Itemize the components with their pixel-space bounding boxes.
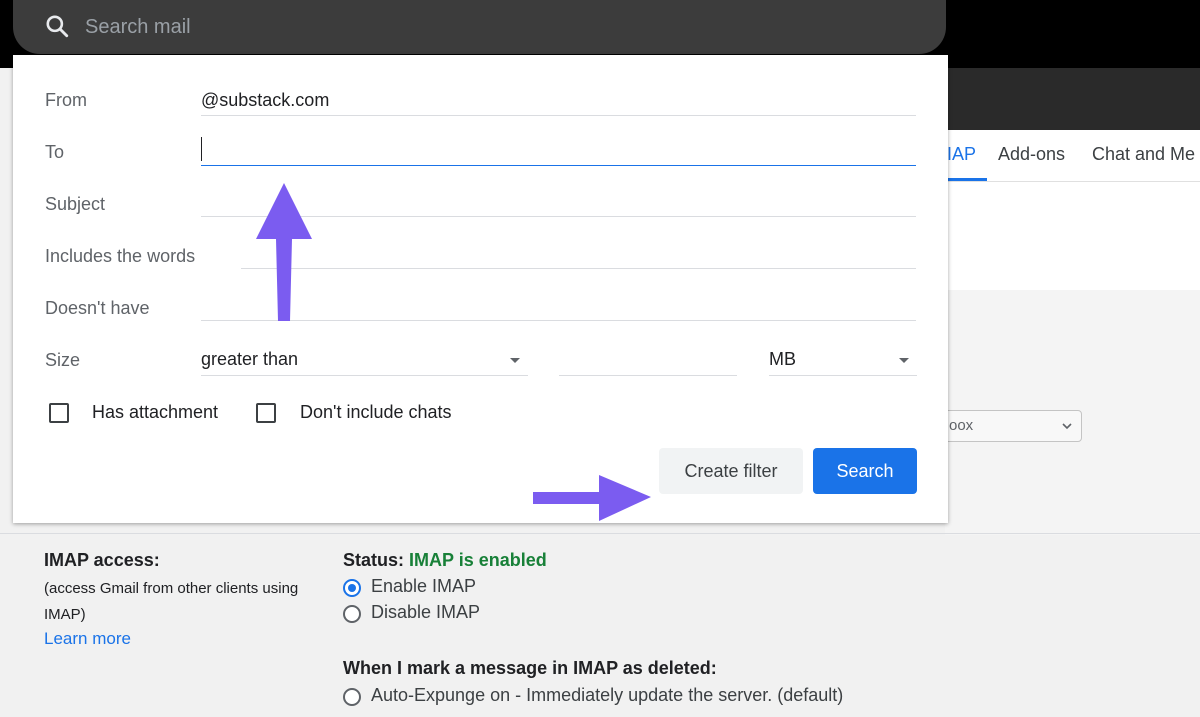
to-input[interactable] (201, 135, 916, 165)
size-unit-select[interactable]: MB (769, 345, 917, 376)
text-cursor (201, 137, 202, 161)
dont-include-chats-checkbox[interactable] (256, 403, 276, 423)
dropdown-triangle-icon (510, 358, 520, 363)
enable-imap-label: Enable IMAP (371, 576, 477, 596)
tabs-divider (945, 181, 1200, 182)
disable-imap-label: Disable IMAP (371, 602, 481, 622)
includes-words-input[interactable] (241, 238, 916, 268)
from-field[interactable] (201, 85, 916, 116)
tab-add-ons[interactable]: Add-ons (998, 144, 1065, 165)
status-value: IMAP is enabled (409, 550, 547, 570)
enable-imap-radio[interactable] (343, 579, 361, 597)
inbox-select-value: oox (949, 417, 974, 434)
dropdown-triangle-icon (899, 358, 909, 363)
search-bar[interactable] (13, 0, 946, 54)
annotation-arrow-right-icon (533, 475, 651, 521)
dont-include-chats-label: Don't include chats (300, 402, 452, 422)
size-comparator-value: greater than (201, 349, 299, 369)
size-unit-value: MB (769, 349, 796, 369)
search-icon[interactable] (44, 13, 70, 39)
size-value-field[interactable] (559, 345, 737, 376)
learn-more-link[interactable]: Learn more (44, 629, 131, 649)
imap-access-title: IMAP access: (44, 550, 160, 570)
section-divider (0, 533, 1200, 534)
subject-label: Subject (45, 194, 106, 214)
has-attachment-label: Has attachment (92, 402, 219, 422)
has-attachment-checkbox[interactable] (49, 403, 69, 423)
imap-access-description: (access Gmail from other clients using I… (44, 580, 299, 623)
to-label: To (45, 142, 65, 162)
to-field[interactable] (201, 135, 916, 166)
doesnt-have-label: Doesn't have (45, 298, 150, 318)
header-band (945, 68, 1200, 130)
search-options-popover: From To Subject Includes the words Doesn… (13, 55, 948, 523)
create-filter-button[interactable]: Create filter (659, 448, 803, 494)
chevron-down-icon (1062, 423, 1072, 430)
inbox-select[interactable]: oox (930, 410, 1082, 442)
annotation-arrow-up-icon (256, 183, 312, 321)
includes-words-label: Includes the words (45, 246, 196, 266)
search-button[interactable]: Search (813, 448, 917, 494)
tab-chat-and-meet[interactable]: Chat and Me (1092, 144, 1195, 165)
from-input[interactable] (201, 85, 916, 115)
settings-tabs: IAP Add-ons Chat and Me (945, 130, 1200, 182)
search-input[interactable] (83, 10, 907, 44)
imap-deleted-title: When I mark a message in IMAP as deleted… (343, 658, 717, 678)
size-label: Size (45, 350, 81, 370)
size-comparator-select[interactable]: greater than (201, 345, 528, 376)
auto-expunge-on-radio[interactable] (343, 688, 361, 706)
tab-forwarding-imap[interactable]: IAP (947, 144, 976, 165)
includes-words-field[interactable] (241, 238, 916, 269)
from-label: From (45, 90, 87, 110)
imap-status: Status: IMAP is enabled (343, 550, 547, 571)
status-label: Status: (343, 550, 405, 570)
auto-expunge-on-label: Auto-Expunge on - Immediately update the… (371, 685, 844, 705)
disable-imap-radio[interactable] (343, 605, 361, 623)
